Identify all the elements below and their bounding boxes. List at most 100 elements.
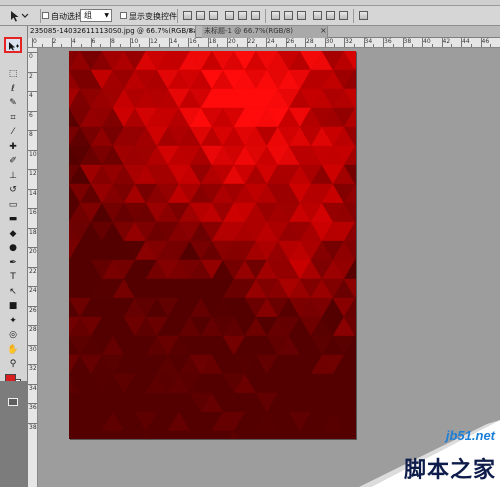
ruler-tick — [197, 44, 199, 47]
auto-select-checkbox[interactable] — [42, 12, 49, 19]
healing-brush-tool-icon[interactable]: ✚ — [6, 141, 20, 153]
options-separator — [40, 9, 41, 23]
align-left-icon[interactable] — [225, 11, 234, 20]
ruler-number: 38 — [29, 423, 37, 431]
distribute-bottom-icon[interactable] — [297, 11, 306, 20]
lasso-tool-icon[interactable]: ℓ — [6, 83, 20, 95]
clone-stamp-tool-icon[interactable]: ⊥ — [6, 170, 20, 182]
ruler-tick — [314, 44, 316, 47]
ruler-tick — [158, 44, 160, 47]
pen-tool-icon[interactable]: ✒ — [6, 257, 20, 269]
ruler-number: 30 — [325, 38, 334, 45]
ruler-number: 10 — [29, 150, 37, 158]
ruler-number: 20 — [228, 38, 236, 45]
ruler-number: 30 — [29, 345, 37, 353]
ruler-number: 10 — [130, 38, 139, 45]
ruler-number: 22 — [29, 267, 37, 275]
options-separator — [177, 9, 178, 23]
ruler-number: 32 — [345, 38, 353, 45]
ruler-number: 14 — [169, 38, 178, 45]
watermark: jb51.net 脚本之家 — [359, 420, 500, 487]
align-horizontal-center-icon[interactable] — [238, 11, 247, 20]
ruler-number: 4 — [29, 92, 33, 99]
move-arrow-icon — [11, 11, 29, 22]
shape-tool-icon[interactable]: ■ — [6, 300, 20, 312]
vertical-ruler[interactable]: 0 2 4 6 8 10 12 14 16 18 20 22 24 26 28 30 32 34 36 38 — [28, 48, 38, 487]
crop-tool-icon[interactable]: ⌗ — [6, 112, 20, 124]
distribute-top-icon[interactable] — [271, 11, 280, 20]
ruler-tick — [490, 44, 492, 47]
document-tab-label: 235085-140326111130S0.jpg @ 66.7%(RGB/8#… — [30, 27, 196, 35]
horizontal-ruler[interactable]: 0 2 4 6 8 10 12 14 16 18 20 22 24 26 28 30 32 34 36 38 40 42 4… — [28, 38, 500, 48]
chevron-down-icon: ▼ — [104, 12, 109, 19]
auto-select-value: 组 — [84, 11, 92, 20]
auto-align-layers-icon[interactable] — [359, 11, 368, 20]
ruler-tick — [256, 44, 258, 47]
auto-select-dropdown[interactable]: 组 ▼ — [80, 9, 112, 22]
ruler-number: 12 — [150, 38, 158, 45]
document-canvas[interactable] — [69, 51, 356, 439]
ruler-number: 24 — [267, 38, 275, 45]
align-right-icon[interactable] — [251, 11, 260, 20]
zoom-tool-icon[interactable]: ⚲ — [6, 358, 20, 370]
distribute-horizontal-center-icon[interactable] — [326, 11, 335, 20]
blur-tool-icon[interactable]: ◆ — [6, 228, 20, 240]
tools-panel: ⬚ ℓ ✎ ⌗ ⁄ ✚ ✐ ⊥ ↺ ▭ ▬ ◆ ● ✒ T ↖ ■ ✦ ◎ ✋ ⚲ — [0, 26, 28, 487]
show-transform-controls-label: 显示变换控件 — [129, 12, 177, 21]
align-top-icon[interactable] — [183, 11, 192, 20]
show-transform-controls-checkbox[interactable] — [120, 12, 127, 19]
gradient-tool-icon[interactable]: ▬ — [6, 213, 20, 225]
distribute-left-icon[interactable] — [313, 11, 322, 20]
options-bar: 自动选择: 组 ▼ 显示变换控件 — [0, 6, 500, 26]
ruler-tick — [80, 44, 82, 47]
options-separator — [265, 9, 266, 23]
dodge-tool-icon[interactable]: ● — [6, 242, 20, 254]
ruler-number: 26 — [29, 306, 37, 314]
ruler-tick — [119, 44, 121, 47]
ruler-number: 22 — [247, 38, 256, 45]
ruler-number: 26 — [286, 38, 295, 45]
ruler-number: 16 — [189, 38, 197, 45]
marquee-tool-icon[interactable]: ⬚ — [6, 68, 20, 80]
type-tool-icon[interactable]: T — [6, 271, 20, 283]
move-tool-button[interactable] — [4, 37, 22, 53]
move-tool-icon — [9, 42, 19, 51]
options-separator — [353, 9, 354, 23]
distribute-right-icon[interactable] — [339, 11, 348, 20]
ruler-number: 28 — [306, 38, 314, 45]
align-vertical-center-icon[interactable] — [196, 11, 205, 20]
brush-tool-icon[interactable]: ✐ — [6, 155, 20, 167]
ruler-tick — [61, 44, 63, 47]
history-brush-tool-icon[interactable]: ↺ — [6, 184, 20, 196]
close-icon[interactable]: × — [320, 26, 327, 35]
document-tab-active[interactable]: 235085-140326111130S0.jpg @ 66.7%(RGB/8#… — [28, 26, 196, 38]
distribute-vertical-center-icon[interactable] — [284, 11, 293, 20]
quick-mask-icon[interactable] — [8, 398, 18, 406]
align-bottom-icon[interactable] — [209, 11, 218, 20]
ruler-number: 42 — [442, 38, 451, 45]
ruler-number: 2 — [29, 72, 33, 80]
eraser-tool-icon[interactable]: ▭ — [6, 199, 20, 211]
ruler-tick — [295, 44, 297, 47]
hand-tool-icon[interactable]: ✋ — [6, 344, 20, 356]
ruler-tick — [451, 44, 453, 47]
eyedropper-tool-icon[interactable]: ⁄ — [6, 126, 20, 138]
ruler-tick — [178, 44, 180, 47]
close-icon[interactable]: × — [188, 26, 195, 35]
watermark-title: 脚本之家 — [403, 458, 496, 483]
ruler-number: 20 — [29, 248, 37, 255]
3d-rotate-tool-icon[interactable]: ✦ — [6, 315, 20, 327]
3d-orbit-tool-icon[interactable]: ◎ — [6, 329, 20, 341]
ruler-number: 16 — [29, 209, 37, 216]
move-tool-preset-picker[interactable] — [8, 9, 36, 23]
document-tab-bar: 235085-140326111130S0.jpg @ 66.7%(RGB/8#… — [28, 26, 500, 38]
path-select-tool-icon[interactable]: ↖ — [6, 286, 20, 298]
ruler-number: 36 — [384, 38, 392, 45]
ruler-number: 34 — [364, 38, 373, 45]
ruler-tick — [100, 44, 102, 47]
ruler-number: 46 — [481, 38, 490, 45]
photoshop-window: 自动选择: 组 ▼ 显示变换控件 235085-140326111130S0.j… — [0, 0, 500, 487]
quick-select-tool-icon[interactable]: ✎ — [6, 97, 20, 109]
document-tab[interactable]: 未标题-1 @ 66.7%(RGB/8) — [202, 26, 328, 38]
ruler-number: 18 — [208, 38, 217, 45]
